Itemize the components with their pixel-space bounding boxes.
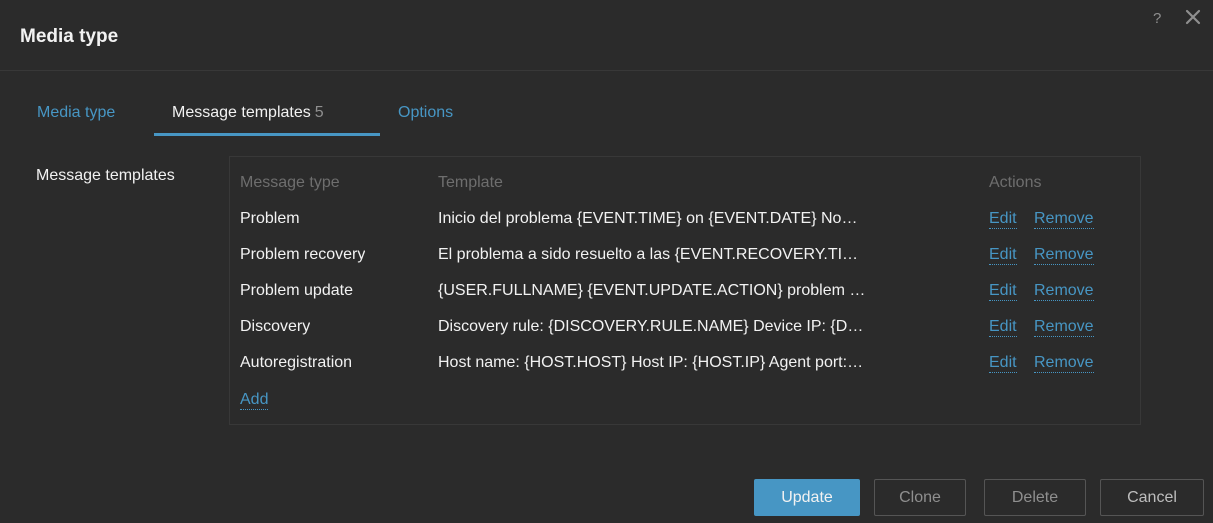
message-templates-table: Message type Template Actions Problem In… xyxy=(229,156,1141,425)
dialog-header: Media type ? xyxy=(0,0,1213,70)
dialog-title: Media type xyxy=(20,26,119,47)
template-cell: Inicio del problema {EVENT.TIME} on {EVE… xyxy=(438,210,858,227)
message-type-cell: Discovery xyxy=(240,318,311,335)
template-cell: El problema a sido resuelto a las {EVENT… xyxy=(438,246,859,263)
template-cell: {USER.FULLNAME} {EVENT.UPDATE.ACTION} pr… xyxy=(438,282,866,299)
delete-button[interactable]: Delete xyxy=(984,479,1086,516)
tab-message-templates[interactable]: Message templates 5 xyxy=(154,96,380,136)
header-divider xyxy=(0,70,1213,71)
cancel-button[interactable]: Cancel xyxy=(1100,479,1204,516)
edit-link[interactable]: Edit xyxy=(989,246,1017,265)
tab-count-badge: 5 xyxy=(314,104,324,121)
column-header-message-type: Message type xyxy=(240,174,340,191)
tab-label: Media type xyxy=(37,104,116,121)
message-type-cell: Autoregistration xyxy=(240,354,353,371)
message-templates-label: Message templates xyxy=(36,167,175,184)
edit-link[interactable]: Edit xyxy=(989,210,1017,229)
template-cell: Host name: {HOST.HOST} Host IP: {HOST.IP… xyxy=(438,354,864,371)
help-icon[interactable]: ? xyxy=(1153,10,1161,27)
remove-link[interactable]: Remove xyxy=(1034,246,1094,265)
remove-link[interactable]: Remove xyxy=(1034,282,1094,301)
remove-link[interactable]: Remove xyxy=(1034,210,1094,229)
tab-options[interactable]: Options xyxy=(398,96,453,136)
close-icon[interactable] xyxy=(1184,8,1202,26)
tab-label: Options xyxy=(398,104,454,121)
remove-link[interactable]: Remove xyxy=(1034,318,1094,337)
edit-link[interactable]: Edit xyxy=(989,282,1017,301)
clone-button[interactable]: Clone xyxy=(874,479,966,516)
template-cell: Discovery rule: {DISCOVERY.RULE.NAME} De… xyxy=(438,318,864,335)
tab-media-type[interactable]: Media type xyxy=(37,96,115,136)
message-type-cell: Problem recovery xyxy=(240,246,366,263)
column-header-template: Template xyxy=(438,174,503,191)
update-button[interactable]: Update xyxy=(754,479,860,516)
add-template-link[interactable]: Add xyxy=(240,391,269,410)
tab-label: Message templates xyxy=(172,104,311,121)
edit-link[interactable]: Edit xyxy=(989,354,1017,373)
message-type-cell: Problem xyxy=(240,210,300,227)
column-header-actions: Actions xyxy=(989,174,1042,191)
message-type-cell: Problem update xyxy=(240,282,353,299)
media-type-dialog: Media type ? Media type Message template… xyxy=(0,0,1213,523)
edit-link[interactable]: Edit xyxy=(989,318,1017,337)
remove-link[interactable]: Remove xyxy=(1034,354,1094,373)
